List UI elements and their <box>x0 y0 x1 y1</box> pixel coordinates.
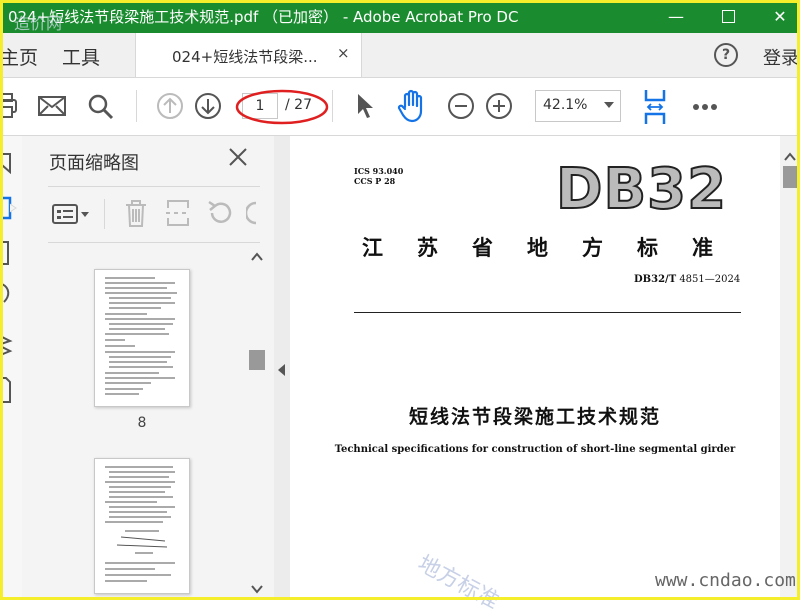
panel-scrollbar[interactable] <box>248 248 266 600</box>
attachment-icon[interactable] <box>0 282 14 306</box>
panel-toolbar <box>48 186 260 243</box>
tab-tools[interactable]: 工具 <box>62 43 100 70</box>
standard-prefix: DB32/T <box>634 274 677 285</box>
document-title-en: Technical specifications for constructio… <box>334 444 736 455</box>
document-icon[interactable] <box>0 374 14 404</box>
page-thumbnails-icon[interactable] <box>0 194 20 222</box>
chevron-down-icon <box>604 102 614 108</box>
zoom-out-icon[interactable] <box>447 92 475 120</box>
left-nav-strip <box>0 136 23 600</box>
help-icon[interactable]: ? <box>714 43 738 67</box>
toolbar: 1 / 27 42.1% <box>0 78 800 136</box>
maximize-button[interactable] <box>712 4 744 28</box>
thumbnail-page-number: 8 <box>137 415 147 431</box>
document-title-cn: 短线法节段梁施工技术规范 <box>408 406 661 428</box>
thumbnail-text-lines <box>105 466 175 582</box>
print-icon[interactable] <box>0 92 20 120</box>
tab-document[interactable]: 024+短线法节段梁... × <box>135 33 362 77</box>
ics-code: ICS 93.040 CCS P 28 <box>354 166 403 186</box>
prev-page-icon[interactable] <box>156 92 184 120</box>
watermark-top-left: 造价网 <box>14 14 63 33</box>
signature-icon[interactable] <box>0 332 14 358</box>
thumbnail-options-icon[interactable] <box>52 202 92 226</box>
rotate-cw-icon[interactable] <box>246 199 260 227</box>
thumbnail-text-lines <box>105 277 177 395</box>
zoom-in-icon[interactable] <box>485 92 513 120</box>
minimize-icon: — <box>668 6 684 26</box>
extract-page-icon[interactable] <box>164 198 192 228</box>
next-page-icon[interactable] <box>194 92 222 120</box>
scroll-thumb <box>783 166 797 188</box>
fit-width-icon[interactable] <box>642 88 668 126</box>
collapse-panel-button[interactable] <box>274 136 290 600</box>
standard-number: DB32/T 4851—2024 <box>634 274 740 285</box>
bookmark-icon[interactable] <box>0 152 14 174</box>
panel-title: 页面缩略图 <box>49 153 139 174</box>
standard-code: 4851—2024 <box>676 274 741 285</box>
zoom-select[interactable]: 42.1% <box>535 90 621 122</box>
mail-icon[interactable] <box>38 95 66 117</box>
tab-close-icon[interactable]: × <box>337 44 350 62</box>
maximize-icon <box>721 9 735 23</box>
scroll-down-icon <box>251 585 263 594</box>
rotate-ccw-icon[interactable] <box>206 199 234 227</box>
tab-home[interactable]: 主页 <box>0 43 38 70</box>
more-icon[interactable] <box>692 103 718 111</box>
tab-document-label: 024+短线法节段梁... <box>172 48 318 66</box>
zoom-value: 42.1% <box>543 97 588 113</box>
close-window-button[interactable]: ✕ <box>764 4 796 28</box>
close-panel-icon[interactable] <box>228 147 248 167</box>
db32-logo: DB32 <box>555 157 728 222</box>
scroll-thumb <box>249 350 265 370</box>
title-bar: 024+短线法节段梁施工技术规范.pdf （已加密） - Adobe Acrob… <box>0 0 800 33</box>
thumbnail-panel: 页面缩略图 8 <box>22 136 275 600</box>
delete-page-icon[interactable] <box>122 198 150 228</box>
scroll-up-icon <box>251 252 263 261</box>
menu-bar: 主页 工具 024+短线法节段梁... × ? 登录 <box>0 33 800 78</box>
login-button[interactable]: 登录 <box>763 44 799 70</box>
chevron-left-icon <box>278 364 285 376</box>
select-arrow-icon[interactable] <box>354 92 376 120</box>
search-icon[interactable] <box>87 93 115 121</box>
close-icon: ✕ <box>773 6 787 26</box>
ccs-line: CCS P 28 <box>354 176 396 186</box>
watermark-url: www.cndao.com <box>655 570 796 591</box>
document-scrollbar[interactable] <box>780 136 800 600</box>
window-title: 024+短线法节段梁施工技术规范.pdf （已加密） - Adobe Acrob… <box>8 8 519 26</box>
scroll-up-icon <box>784 152 796 161</box>
hand-tool-icon[interactable] <box>397 89 429 123</box>
ics-line: ICS 93.040 <box>354 166 404 176</box>
layers-icon[interactable] <box>0 240 14 268</box>
red-annotation-ellipse <box>235 89 329 125</box>
page-thumbnail-9[interactable] <box>94 458 190 594</box>
document-page: ICS 93.040 CCS P 28 DB32 江苏省地方标准 DB32/T … <box>290 136 780 600</box>
minimize-button[interactable]: — <box>660 4 692 28</box>
province-standard-title: 江苏省地方标准 <box>362 235 747 260</box>
page-thumbnail-8[interactable] <box>94 269 190 407</box>
divider-line <box>354 312 741 313</box>
